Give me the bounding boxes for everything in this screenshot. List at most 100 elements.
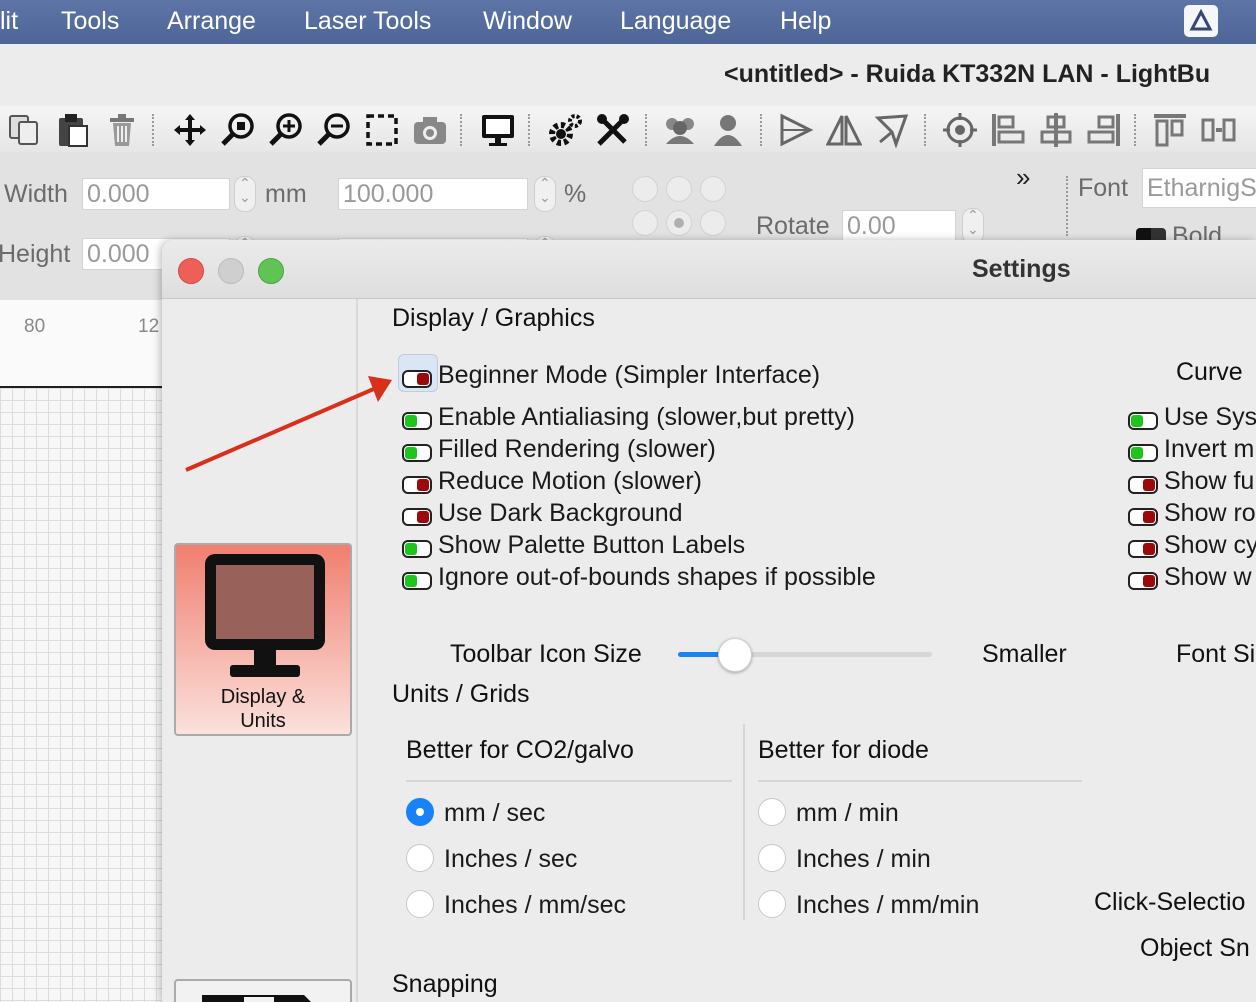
toolbar-separator <box>924 114 926 146</box>
category-next[interactable] <box>174 979 352 1002</box>
settings-gears-icon[interactable] <box>547 112 583 148</box>
anchor-top-center[interactable] <box>666 176 692 202</box>
toggle-on-icon[interactable] <box>1128 408 1158 430</box>
anchor-middle-left[interactable] <box>632 210 658 236</box>
display-option-label: Enable Antialiasing (slower,but pretty) <box>438 403 855 431</box>
height-label: Height <box>0 240 71 268</box>
toggle-on-icon[interactable] <box>402 536 432 558</box>
toolbar-separator <box>645 114 647 146</box>
camera-icon[interactable] <box>412 112 448 148</box>
menu-tools[interactable]: Tools <box>61 7 119 36</box>
radio-unselected-icon[interactable] <box>406 890 434 918</box>
toolbar-separator <box>1134 114 1136 146</box>
category-display-units[interactable]: Display & Units <box>174 543 352 736</box>
radio-unselected-icon[interactable] <box>758 890 786 918</box>
width-input[interactable]: 0.000 <box>82 178 230 210</box>
settings-titlebar: Settings <box>162 240 1256 299</box>
menu-edit[interactable]: lit <box>0 7 18 36</box>
rotate-label: Rotate <box>756 212 830 240</box>
toggle-off-icon[interactable] <box>402 504 432 526</box>
curve-option-label: Show fu <box>1164 467 1255 495</box>
zoom-frame-icon[interactable] <box>364 112 400 148</box>
zoom-selection-icon[interactable] <box>220 112 256 148</box>
radio-selected-icon[interactable] <box>406 798 434 826</box>
toggle-off-icon[interactable] <box>1128 472 1158 494</box>
expand-chevron-icon[interactable]: » <box>1016 162 1030 193</box>
design-canvas[interactable] <box>0 388 162 1002</box>
width-unit: mm <box>265 180 307 208</box>
radio-unselected-icon[interactable] <box>758 844 786 872</box>
toggle-on-icon[interactable] <box>1128 440 1158 462</box>
align-left-icon[interactable] <box>990 112 1026 148</box>
menu-help[interactable]: Help <box>780 7 831 36</box>
rotate-input[interactable]: 0.00 <box>842 210 956 242</box>
anchor-top-left[interactable] <box>632 176 658 202</box>
tools-icon[interactable] <box>595 112 631 148</box>
zoom-out-icon[interactable] <box>316 112 352 148</box>
diode-divider <box>758 780 1082 782</box>
monitor-icon[interactable] <box>480 112 516 148</box>
toggle-on-icon[interactable] <box>402 408 432 430</box>
zoom-in-icon[interactable] <box>268 112 304 148</box>
menu-laser-tools[interactable]: Laser Tools <box>304 7 431 36</box>
category-display-units-label: Display & Units <box>220 686 306 732</box>
icon-size-slider-track[interactable] <box>678 638 932 672</box>
rotate-arrow-icon[interactable] <box>874 112 910 149</box>
toggle-on-icon[interactable] <box>402 440 432 462</box>
menu-window[interactable]: Window <box>483 7 572 36</box>
menu-language[interactable]: Language <box>620 7 731 36</box>
curve-option-label: Show w <box>1164 563 1252 591</box>
display-graphics-title: Display / Graphics <box>392 304 595 332</box>
width-scale-stepper[interactable] <box>534 175 556 212</box>
annotation-arrow-icon <box>185 376 392 472</box>
ungroup-icon[interactable] <box>710 112 746 148</box>
mirror-horizontal-icon[interactable] <box>778 112 814 148</box>
width-scale-input[interactable]: 100.000 <box>338 178 528 210</box>
font-select[interactable]: EtharnigS <box>1142 168 1256 208</box>
copy-icon[interactable] <box>6 112 42 148</box>
font-size-label: Font Si <box>1176 640 1256 668</box>
target-icon[interactable] <box>942 112 978 148</box>
group-icon[interactable] <box>662 112 698 148</box>
toggle-on-icon[interactable] <box>402 568 432 590</box>
radio-unselected-icon[interactable] <box>406 844 434 872</box>
click-selection-label: Click-Selectio <box>1094 888 1246 916</box>
distribute-icon[interactable] <box>1200 112 1236 148</box>
zoom-window-button[interactable] <box>258 258 284 284</box>
toggle-off-icon[interactable] <box>1128 536 1158 558</box>
anchor-top-right[interactable] <box>700 176 726 202</box>
align-center-icon[interactable] <box>1038 112 1074 148</box>
width-label: Width <box>4 180 68 208</box>
toggle-off-icon[interactable] <box>1128 504 1158 526</box>
paste-icon[interactable] <box>55 112 91 148</box>
radio-unselected-icon[interactable] <box>758 798 786 826</box>
toggle-off-icon[interactable] <box>402 472 432 494</box>
window-title: <untitled> - Ruida KT332N LAN - LightBu <box>724 60 1211 88</box>
rotate-stepper[interactable] <box>962 207 984 244</box>
toggle-off-icon[interactable] <box>1128 568 1158 590</box>
curve-option-label: Invert m <box>1164 435 1255 463</box>
close-window-button[interactable] <box>178 258 204 284</box>
icon-size-slider-handle[interactable] <box>718 638 752 672</box>
co2-galvo-title: Better for CO2/galvo <box>406 736 634 764</box>
object-snap-label: Object Sn <box>1140 934 1250 962</box>
curve-option-label: Show cy <box>1164 531 1256 559</box>
move-icon[interactable] <box>172 112 208 148</box>
align-top-icon[interactable] <box>1152 112 1188 148</box>
toolbar-icon-size-label: Toolbar Icon Size <box>450 640 642 668</box>
delete-icon[interactable] <box>104 112 140 148</box>
toggle-off-icon[interactable] <box>402 366 432 388</box>
menu-arrange[interactable]: Arrange <box>167 7 256 36</box>
anchor-center[interactable] <box>666 210 692 236</box>
mirror-vertical-icon[interactable] <box>825 112 863 148</box>
diode-unit-radio-label: mm / min <box>796 799 899 827</box>
width-stepper[interactable] <box>234 175 256 212</box>
display-option-label: Ignore out-of-bounds shapes if possible <box>438 563 876 591</box>
app-status-icon[interactable] <box>1184 5 1218 37</box>
scale-unit: % <box>564 180 587 208</box>
toolbar-separator <box>152 114 154 146</box>
props-separator <box>1066 176 1068 236</box>
anchor-middle-right[interactable] <box>700 210 726 236</box>
minimize-window-button[interactable] <box>218 258 244 284</box>
align-right-icon[interactable] <box>1086 112 1122 148</box>
